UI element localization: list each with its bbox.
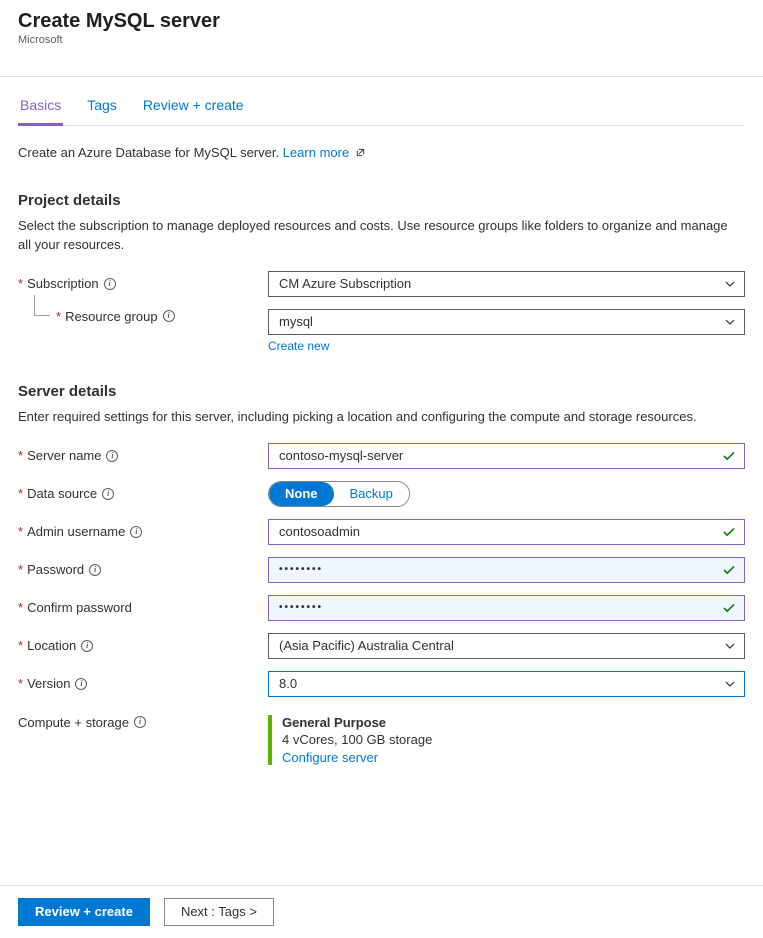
password-value: •••••••• bbox=[279, 564, 323, 575]
next-tags-button[interactable]: Next : Tags > bbox=[164, 898, 274, 926]
server-name-value: contoso-mysql-server bbox=[279, 448, 403, 463]
data-source-option-backup[interactable]: Backup bbox=[334, 482, 409, 506]
compute-storage-label: Compute + storage bbox=[18, 715, 268, 730]
intro-text: Create an Azure Database for MySQL serve… bbox=[18, 144, 745, 162]
subscription-select[interactable]: CM Azure Subscription bbox=[268, 271, 745, 297]
admin-username-label-text: Admin username bbox=[27, 524, 125, 539]
info-icon[interactable] bbox=[134, 716, 146, 728]
resource-group-label-text: Resource group bbox=[65, 309, 158, 324]
admin-username-label: * Admin username bbox=[18, 524, 268, 539]
confirm-password-input[interactable]: •••••••• bbox=[268, 595, 745, 621]
admin-username-value: contosoadmin bbox=[279, 524, 360, 539]
tab-tags[interactable]: Tags bbox=[85, 91, 119, 125]
chevron-down-icon bbox=[724, 316, 736, 328]
location-label: * Location bbox=[18, 638, 268, 653]
required-marker: * bbox=[18, 600, 23, 615]
compute-storage-summary: General Purpose 4 vCores, 100 GB storage… bbox=[268, 715, 745, 765]
resource-group-select[interactable]: mysql bbox=[268, 309, 745, 335]
check-icon bbox=[722, 525, 736, 539]
header-divider bbox=[0, 76, 763, 77]
password-label-text: Password bbox=[27, 562, 84, 577]
required-marker: * bbox=[18, 524, 23, 539]
required-marker: * bbox=[18, 448, 23, 463]
version-label-text: Version bbox=[27, 676, 70, 691]
server-details-heading: Server details bbox=[18, 383, 745, 400]
learn-more-link[interactable]: Learn more bbox=[283, 145, 366, 160]
configure-server-link[interactable]: Configure server bbox=[282, 750, 745, 765]
publisher-label: Microsoft bbox=[18, 34, 745, 46]
check-icon bbox=[722, 449, 736, 463]
subscription-label-text: Subscription bbox=[27, 276, 99, 291]
project-details-heading: Project details bbox=[18, 192, 745, 209]
chevron-down-icon bbox=[724, 640, 736, 652]
version-select[interactable]: 8.0 bbox=[268, 671, 745, 697]
password-label: * Password bbox=[18, 562, 268, 577]
server-name-label: * Server name bbox=[18, 448, 268, 463]
confirm-password-value: •••••••• bbox=[279, 602, 323, 613]
data-source-segmented: None Backup bbox=[268, 481, 410, 507]
location-select[interactable]: (Asia Pacific) Australia Central bbox=[268, 633, 745, 659]
required-marker: * bbox=[18, 638, 23, 653]
footer-bar: Review + create Next : Tags > bbox=[0, 885, 763, 938]
required-marker: * bbox=[18, 676, 23, 691]
version-label: * Version bbox=[18, 676, 268, 691]
required-marker: * bbox=[56, 309, 61, 324]
location-value: (Asia Pacific) Australia Central bbox=[279, 638, 454, 653]
check-icon bbox=[722, 563, 736, 577]
location-label-text: Location bbox=[27, 638, 76, 653]
resource-group-value: mysql bbox=[279, 314, 313, 329]
subscription-label: * Subscription bbox=[18, 276, 268, 291]
intro-description: Create an Azure Database for MySQL serve… bbox=[18, 145, 283, 160]
server-details-desc: Enter required settings for this server,… bbox=[18, 408, 738, 427]
confirm-password-label: * Confirm password bbox=[18, 600, 268, 615]
chevron-down-icon bbox=[724, 678, 736, 690]
compute-tier-desc: 4 vCores, 100 GB storage bbox=[282, 732, 745, 747]
server-name-label-text: Server name bbox=[27, 448, 101, 463]
data-source-label-text: Data source bbox=[27, 486, 97, 501]
tab-review-create[interactable]: Review + create bbox=[141, 91, 246, 125]
external-link-icon bbox=[355, 145, 366, 156]
confirm-password-label-text: Confirm password bbox=[27, 600, 132, 615]
info-icon[interactable] bbox=[104, 278, 116, 290]
subscription-value: CM Azure Subscription bbox=[279, 276, 411, 291]
resource-group-label: * Resource group bbox=[18, 309, 268, 324]
tab-bar: Basics Tags Review + create bbox=[18, 91, 745, 126]
admin-username-input[interactable]: contosoadmin bbox=[268, 519, 745, 545]
info-icon[interactable] bbox=[81, 640, 93, 652]
create-new-resource-group-link[interactable]: Create new bbox=[268, 339, 745, 353]
info-icon[interactable] bbox=[75, 678, 87, 690]
version-value: 8.0 bbox=[279, 676, 297, 691]
check-icon bbox=[722, 601, 736, 615]
page-title: Create MySQL server bbox=[18, 10, 745, 33]
server-name-input[interactable]: contoso-mysql-server bbox=[268, 443, 745, 469]
info-icon[interactable] bbox=[163, 310, 175, 322]
review-create-button[interactable]: Review + create bbox=[18, 898, 150, 926]
project-details-desc: Select the subscription to manage deploy… bbox=[18, 217, 738, 255]
data-source-option-none[interactable]: None bbox=[269, 482, 334, 506]
compute-storage-label-text: Compute + storage bbox=[18, 715, 129, 730]
info-icon[interactable] bbox=[102, 488, 114, 500]
compute-tier-title: General Purpose bbox=[282, 715, 745, 730]
info-icon[interactable] bbox=[89, 564, 101, 576]
tab-basics[interactable]: Basics bbox=[18, 91, 63, 126]
required-marker: * bbox=[18, 562, 23, 577]
required-marker: * bbox=[18, 276, 23, 291]
chevron-down-icon bbox=[724, 278, 736, 290]
data-source-label: * Data source bbox=[18, 486, 268, 501]
info-icon[interactable] bbox=[130, 526, 142, 538]
password-input[interactable]: •••••••• bbox=[268, 557, 745, 583]
required-marker: * bbox=[18, 486, 23, 501]
info-icon[interactable] bbox=[106, 450, 118, 462]
learn-more-label: Learn more bbox=[283, 145, 349, 160]
